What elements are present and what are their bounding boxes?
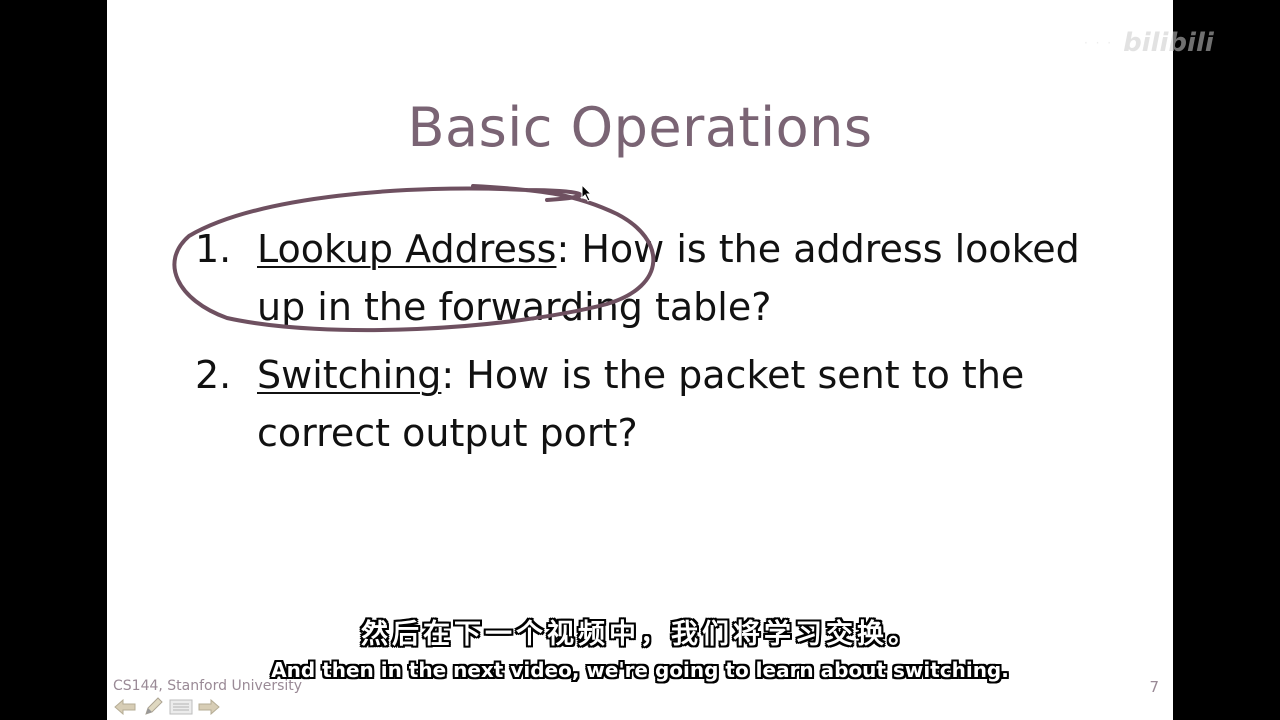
watermark-mark: · · · bbox=[1084, 36, 1114, 50]
arrow-left-icon[interactable] bbox=[113, 697, 137, 717]
operations-list: 1. Lookup Address: How is the address lo… bbox=[195, 220, 1095, 472]
watermark: · · · bilibili bbox=[1084, 28, 1214, 58]
pen-icon[interactable] bbox=[141, 697, 165, 717]
arrow-right-icon[interactable] bbox=[197, 697, 221, 717]
subtitle-english: And then in the next video, we're going … bbox=[271, 658, 1009, 682]
list-item: 2. Switching: How is the packet sent to … bbox=[195, 346, 1095, 462]
list-item: 1. Lookup Address: How is the address lo… bbox=[195, 220, 1095, 336]
item-term: Lookup Address bbox=[257, 227, 557, 271]
slideshow-nav bbox=[113, 696, 221, 718]
bilibili-logo: bilibili bbox=[1123, 28, 1214, 58]
slide-title: Basic Operations bbox=[407, 96, 873, 159]
item-number: 1. bbox=[195, 227, 232, 271]
item-body: Lookup Address: How is the address looke… bbox=[257, 220, 1095, 336]
item-body: Switching: How is the packet sent to the… bbox=[257, 346, 1095, 462]
mouse-cursor-icon bbox=[581, 183, 593, 207]
item-term: Switching bbox=[257, 353, 442, 397]
item-number: 2. bbox=[195, 353, 232, 397]
video-frame: Basic Operations 1. Lookup Address: How … bbox=[0, 0, 1280, 720]
menu-icon[interactable] bbox=[169, 697, 193, 717]
subtitle-chinese: 然后在下一个视频中，我们将学习交换。 bbox=[361, 619, 919, 650]
